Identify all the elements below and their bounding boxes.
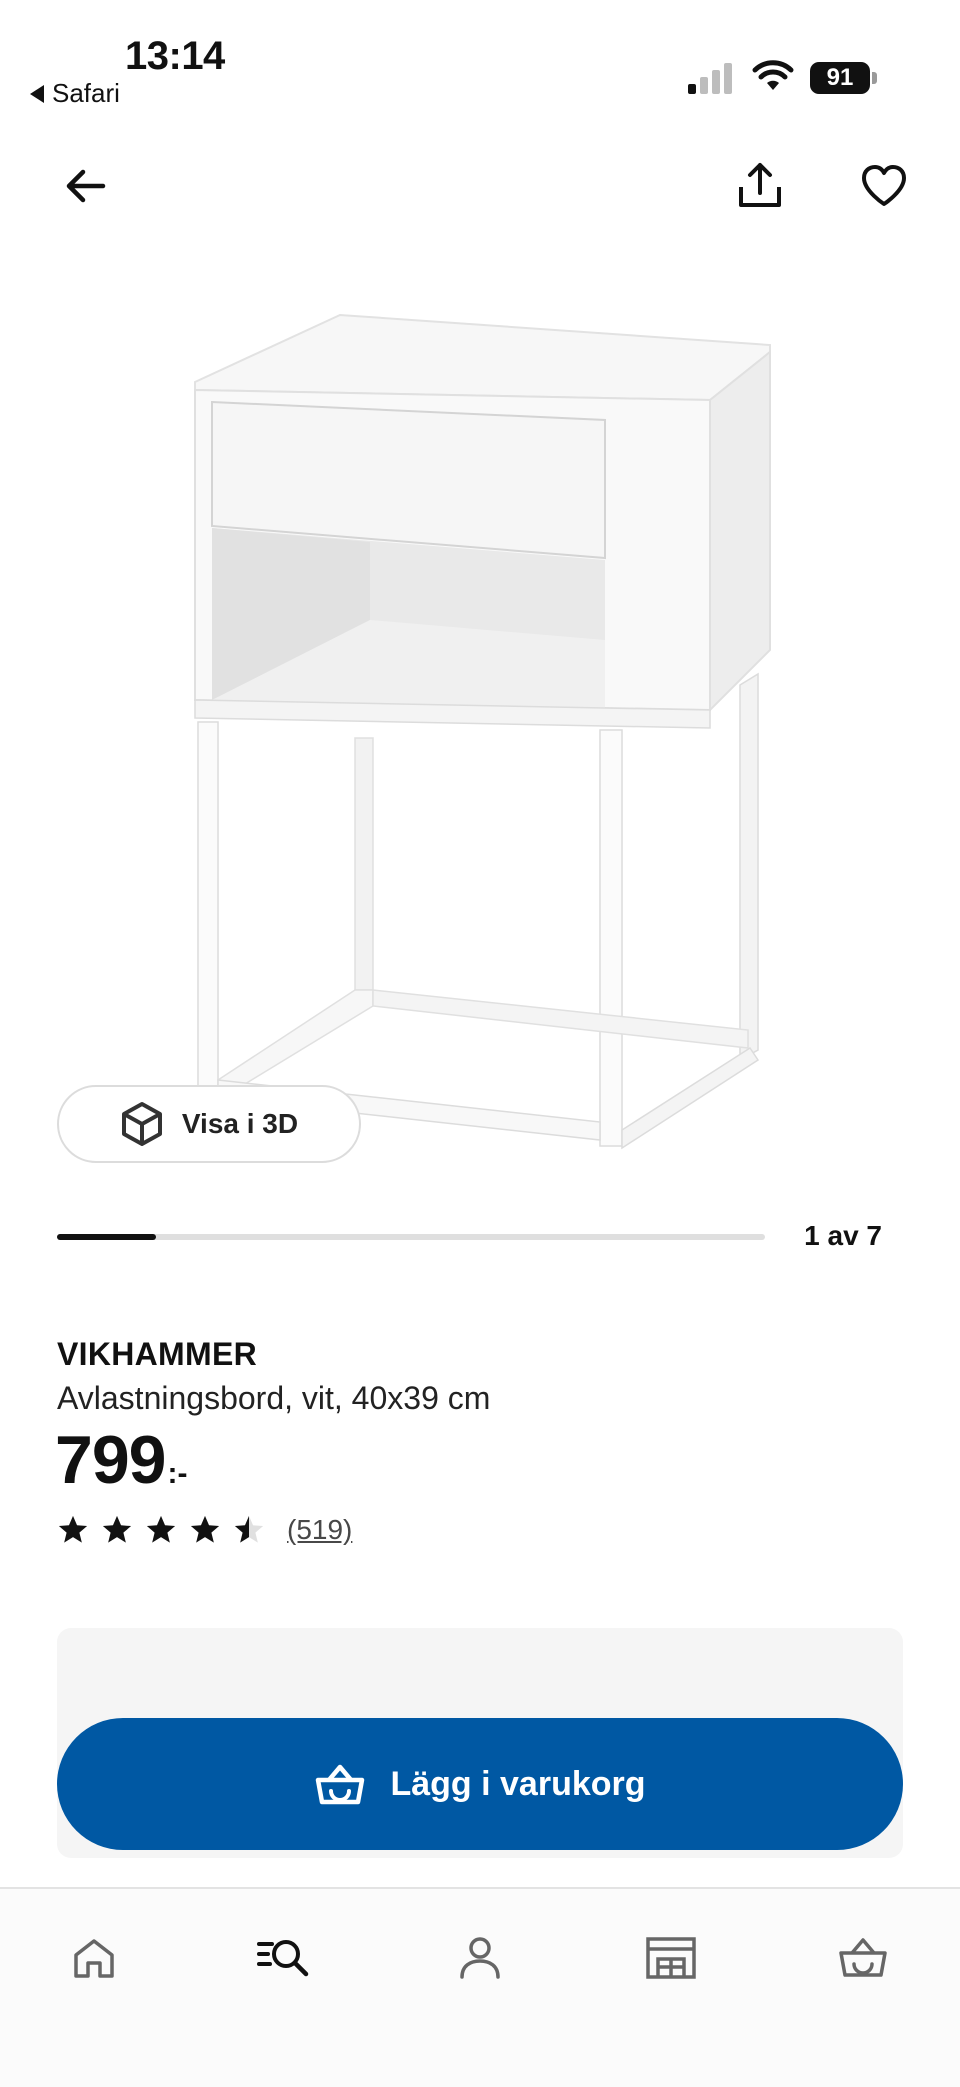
add-to-cart-label: Lägg i varukorg: [390, 1764, 646, 1803]
basket-icon: [839, 1938, 887, 1977]
battery-indicator: 91: [810, 62, 878, 94]
product-name: VIKHAMMER: [57, 1336, 258, 1372]
review-count-link[interactable]: (519): [287, 1514, 352, 1546]
price-suffix: :-: [167, 1457, 188, 1490]
tab-home[interactable]: [49, 1913, 139, 2003]
share-icon: [739, 163, 781, 207]
tab-profile[interactable]: [435, 1913, 525, 2003]
gallery-counter: 1 av 7: [804, 1220, 882, 1251]
cellular-signal-icon: [688, 63, 732, 94]
arrow-left-icon: [66, 169, 106, 203]
battery-tip: [872, 72, 877, 84]
star-icon: [58, 1515, 88, 1543]
clock: 13:14: [125, 34, 225, 78]
star-icon: [190, 1515, 220, 1543]
share-button[interactable]: [720, 146, 800, 226]
tab-basket[interactable]: [818, 1913, 908, 2003]
star-icon: [146, 1515, 176, 1543]
tab-search[interactable]: [240, 1913, 330, 2003]
view-in-3d-button[interactable]: Visa i 3D: [57, 1085, 361, 1163]
home-icon: [74, 1939, 114, 1978]
bottom-tab-bar: [0, 1889, 960, 2087]
heart-icon: [862, 165, 906, 206]
product-price: 799 :-: [55, 1424, 187, 1496]
view-in-3d-label: Visa i 3D: [181, 1108, 299, 1139]
tab-stores[interactable]: [626, 1913, 716, 2003]
status-bar: 13:14 Safari 91: [0, 0, 960, 120]
back-to-safari-link[interactable]: Safari: [30, 78, 120, 109]
favorite-button[interactable]: [844, 146, 924, 226]
store-icon: [646, 1937, 696, 1979]
back-button[interactable]: [46, 146, 126, 226]
search-icon: [257, 1940, 309, 1977]
wifi-icon: [752, 60, 794, 90]
star-icon: [102, 1515, 132, 1543]
gallery-progress-fill: [57, 1234, 157, 1240]
star-icon: [234, 1515, 264, 1543]
rating-stars: [57, 1514, 265, 1546]
back-triangle-icon: [30, 84, 44, 103]
battery-level: 91: [810, 62, 870, 94]
back-app-label: Safari: [52, 78, 120, 108]
profile-icon: [460, 1937, 500, 1979]
price-amount: 799: [55, 1422, 166, 1498]
product-image[interactable]: [150, 290, 800, 1170]
product-rating[interactable]: (519): [57, 1514, 352, 1546]
basket-icon: [316, 1764, 365, 1805]
add-to-cart-button[interactable]: Lägg i varukorg: [57, 1718, 903, 1850]
cube-3d-icon: [121, 1102, 162, 1146]
gallery-progress-bar: [57, 1234, 765, 1240]
product-description: Avlastningsbord, vit, 40x39 cm: [57, 1380, 491, 1416]
